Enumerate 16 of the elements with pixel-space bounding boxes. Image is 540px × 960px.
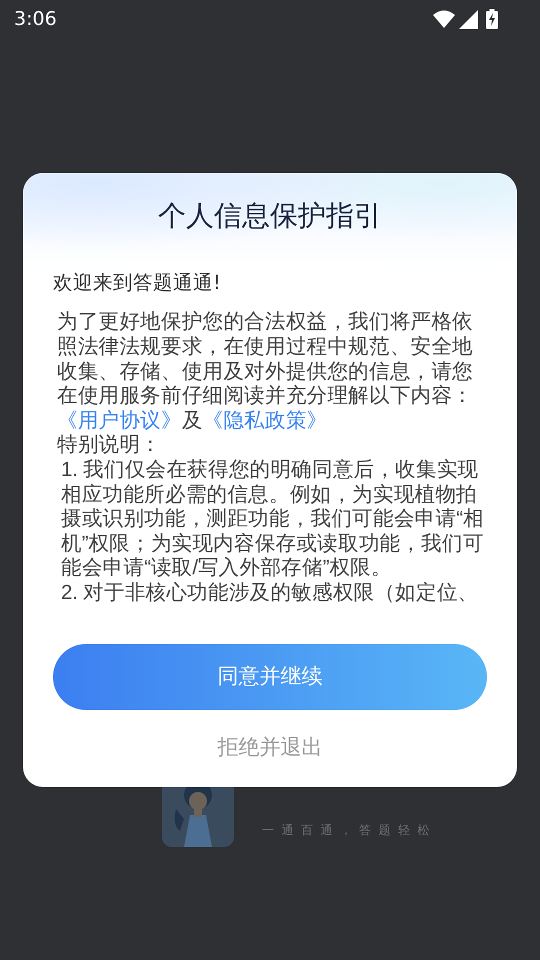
signal-icon <box>459 10 478 28</box>
dialog-title: 个人信息保护指引 <box>157 199 383 233</box>
policy-link[interactable]: 《隐私政策》 <box>202 408 328 432</box>
note-item: 2. 对于非核心功能涉及的敏感权限（如定位、 <box>60 580 480 606</box>
intro-paragraph: 为了更好地保护您的合法权益，我们将严格依照法律法规要求，在使用过程中规范、安全地收集、存储、使用及对外提供您的信息，请您在使用服务前仔细阅读并充分理解以下内容： <box>57 310 474 409</box>
note-heading: 特别说明： <box>57 433 162 458</box>
app-slogan: 一通百通，答题轻松 <box>262 822 437 839</box>
note-item: 1. 我们仅会在获得您的明确同意后，收集实现相应功能所必需的信息。例如，为实现植物拍摄或识别功能，测距功能，我们可能会申请“相机”权限；为实现内容保存或读取功能，我们可能会申请“读取/写入外部存储”权限。 <box>60 458 485 581</box>
policy-link[interactable]: 《用户协议》 <box>57 408 182 432</box>
decline-button[interactable]: 拒绝并退出 <box>212 730 328 766</box>
battery-charging-icon <box>486 9 498 29</box>
clock-time: 3:06 <box>14 6 57 32</box>
wifi-icon <box>433 10 455 28</box>
welcome-text: 欢迎来到答题通通! <box>53 271 222 294</box>
conjunction-text: 及 <box>182 408 203 432</box>
agree-button[interactable]: 同意并继续 <box>53 644 487 710</box>
